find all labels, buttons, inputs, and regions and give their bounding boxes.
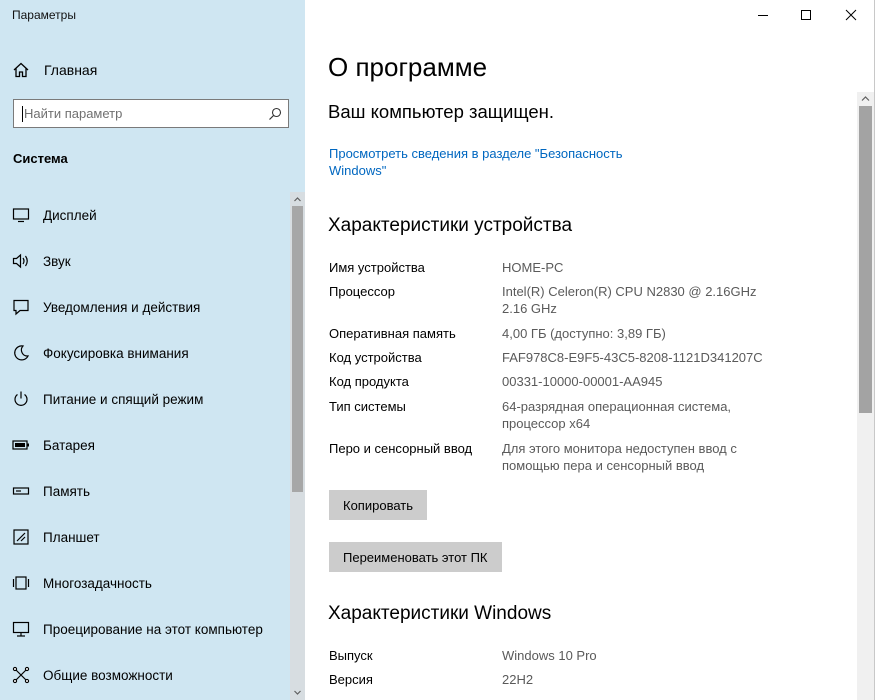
spec-value: 22H2 — [502, 672, 534, 687]
copy-button[interactable]: Копировать — [329, 490, 427, 520]
sidebar-item-notifications[interactable]: Уведомления и действия — [0, 284, 290, 330]
home-nav-item[interactable]: Главная — [12, 60, 292, 80]
spec-key: Тип системы — [329, 399, 406, 414]
main-scrollbar[interactable] — [857, 92, 874, 700]
sidebar-item-shared-experiences[interactable]: Общие возможности — [0, 652, 290, 698]
sidebar-item-label: Уведомления и действия — [43, 299, 201, 315]
search-box[interactable] — [13, 99, 289, 128]
sidebar-scrollbar[interactable] — [290, 192, 305, 700]
moon-icon — [14, 345, 30, 361]
spec-value: 64-разрядная операционная система, проце… — [502, 399, 732, 431]
page-title: О программе — [328, 52, 488, 82]
sidebar-item-sound[interactable]: Звук — [0, 238, 290, 284]
spec-value: Для этого монитора недоступен ввод с пом… — [502, 441, 737, 473]
home-label: Главная — [44, 62, 98, 78]
shared-experiences-icon — [12, 666, 30, 684]
sidebar-item-label: Память — [43, 483, 91, 499]
multitasking-icon — [12, 576, 30, 590]
settings-window: Параметры Главная Система — [0, 0, 875, 700]
spec-value: HOME-PC — [502, 260, 564, 275]
sidebar-item-label: Планшет — [43, 529, 100, 545]
scroll-down-arrow-icon[interactable] — [290, 684, 305, 700]
sidebar-item-label: Фокусировка внимания — [43, 345, 189, 361]
main-content: О программе Ваш компьютер защищен. Просм… — [306, 0, 856, 700]
device-specs-heading: Характеристики устройства — [328, 215, 573, 236]
sidebar-item-display[interactable]: Дисплей — [0, 192, 290, 238]
search-input[interactable] — [24, 104, 264, 123]
sidebar-item-label: Дисплей — [43, 207, 97, 223]
spec-key: Имя устройства — [329, 260, 425, 275]
sidebar-item-label: Батарея — [43, 437, 95, 453]
sidebar-item-storage[interactable]: Память — [0, 468, 290, 514]
spec-value: 4,00 ГБ (доступно: 3,89 ГБ) — [502, 326, 666, 341]
storage-icon — [12, 487, 30, 495]
spec-key: Выпуск — [329, 648, 373, 663]
spec-value: Windows 10 Pro — [502, 648, 597, 663]
window-title: Параметры — [12, 8, 76, 22]
spec-value: Intel(R) Celeron(R) CPU N2830 @ 2.16GHz … — [502, 284, 757, 316]
protection-status: Ваш компьютер защищен. — [328, 101, 555, 122]
tablet-icon — [13, 529, 29, 545]
spec-key: Процессор — [329, 284, 395, 299]
projecting-icon — [12, 621, 30, 637]
notification-icon — [13, 299, 29, 316]
sidebar-item-label: Проецирование на этот компьютер — [43, 621, 263, 637]
sidebar-item-label: Звук — [43, 253, 71, 269]
sidebar-item-label: Общие возможности — [43, 667, 173, 683]
text-caret — [22, 106, 23, 122]
display-icon — [12, 208, 30, 223]
sidebar-item-label: Многозадачность — [43, 575, 152, 591]
sidebar-item-battery[interactable]: Батарея — [0, 422, 290, 468]
search-icon[interactable] — [268, 107, 282, 121]
speaker-icon — [12, 253, 28, 269]
battery-icon — [12, 440, 29, 450]
sidebar-item-projecting[interactable]: Проецирование на этот компьютер — [0, 606, 290, 652]
spec-key: Версия — [329, 672, 373, 687]
sidebar-item-label: Питание и спящий режим — [43, 391, 204, 407]
spec-key: Оперативная память — [329, 326, 456, 341]
spec-key: Код продукта — [329, 374, 409, 389]
spec-key: Код устройства — [329, 350, 422, 365]
sidebar-item-tablet[interactable]: Планшет — [0, 514, 290, 560]
sidebar-scrollbar-thumb[interactable] — [292, 206, 303, 492]
section-heading: Система — [13, 151, 68, 166]
spec-key: Перо и сенсорный ввод — [329, 441, 473, 456]
home-icon — [13, 62, 29, 78]
sidebar-item-multitasking[interactable]: Многозадачность — [0, 560, 290, 606]
sidebar-item-focus-assist[interactable]: Фокусировка внимания — [0, 330, 290, 376]
rename-pc-button[interactable]: Переименовать этот ПК — [329, 542, 502, 572]
sidebar: Параметры Главная Система — [0, 0, 305, 700]
spec-value: FAF978C8-E9F5-43C5-8208-1121D341207C — [502, 350, 763, 365]
sidebar-item-power[interactable]: Питание и спящий режим — [0, 376, 290, 422]
power-icon — [14, 391, 28, 406]
main-scrollbar-thumb[interactable] — [859, 106, 872, 413]
scroll-up-arrow-icon[interactable] — [857, 92, 874, 106]
spec-value: 00331-10000-00001-AA945 — [502, 374, 663, 389]
windows-security-link[interactable]: Просмотреть сведения в разделе "Безопасн… — [329, 145, 649, 179]
windows-specs-heading: Характеристики Windows — [328, 603, 552, 624]
